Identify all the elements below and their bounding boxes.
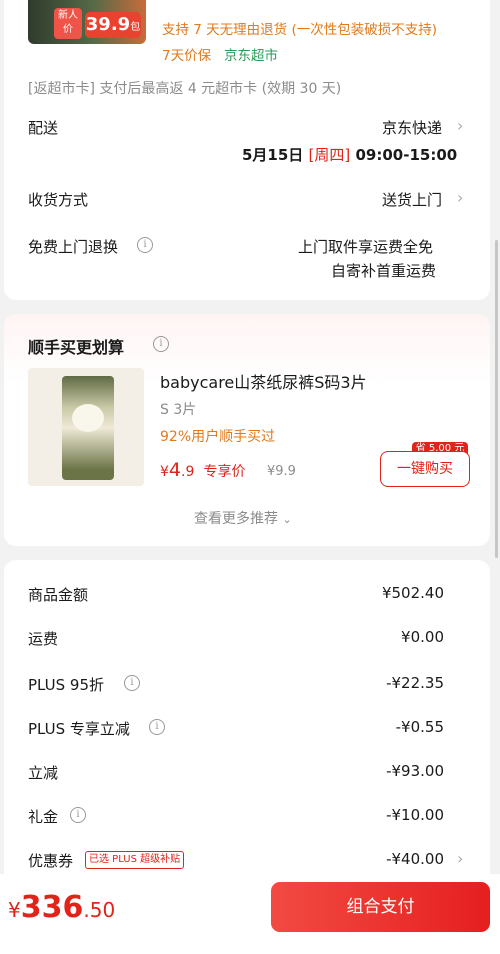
free-return-line2: 自寄补首重运费 bbox=[331, 262, 437, 280]
free-return-line1: 上门取件享运费全免 bbox=[298, 238, 434, 256]
delivery-label: 配送 bbox=[28, 119, 59, 137]
summary-row-label: PLUS 专享立减 bbox=[28, 720, 130, 738]
return-policy-text: 支持 7 天无理由退货 (一次性包装破损不支持) bbox=[162, 22, 437, 38]
info-icon[interactable]: i bbox=[149, 719, 165, 735]
coupon-selected-tag[interactable]: 已选 PLUS 超级补贴 bbox=[85, 851, 185, 869]
reco-title: 顺手买更划算 bbox=[28, 338, 125, 357]
total-price: ¥336.50 bbox=[8, 890, 116, 925]
info-icon[interactable]: i bbox=[124, 675, 140, 691]
rebate-note: [返超市卡] 支付后最高返 4 元超市卡 (效期 30 天) bbox=[28, 81, 342, 97]
delivery-carrier[interactable]: 京东快递 bbox=[382, 117, 442, 138]
chevron-right-icon[interactable]: › bbox=[457, 118, 469, 134]
more-recommendations-link[interactable]: 查看更多推荐 ⌄ bbox=[194, 508, 292, 528]
summary-row-value: -¥22.35 bbox=[386, 674, 444, 692]
store-name[interactable]: 京东超市 bbox=[224, 44, 278, 64]
info-icon[interactable]: i bbox=[70, 807, 86, 823]
more-recommendations-label: 查看更多推荐 bbox=[194, 511, 278, 527]
summary-row-label: 运费 bbox=[28, 630, 59, 648]
summary-row-value: -¥0.55 bbox=[395, 718, 444, 736]
reco-original-price: ¥9.9 bbox=[267, 464, 296, 479]
info-icon[interactable]: i bbox=[137, 237, 153, 253]
delivery-date-line[interactable]: 5月15日 [周四] 09:00-15:00 bbox=[242, 144, 457, 165]
one-click-buy-button[interactable]: 一键购买 bbox=[380, 451, 470, 487]
summary-row-value: -¥40.00 bbox=[386, 850, 444, 868]
summary-row-label: 立减 bbox=[28, 764, 59, 782]
delivery-time: 09:00-15:00 bbox=[355, 146, 458, 164]
scrollbar[interactable] bbox=[495, 240, 498, 558]
receive-method-value[interactable]: 送货上门 bbox=[382, 189, 442, 210]
free-return-label: 免费上门退换 bbox=[28, 238, 119, 256]
summary-row-value: ¥0.00 bbox=[401, 628, 444, 646]
summary-row-label: 优惠券 bbox=[28, 852, 74, 870]
chevron-down-icon: ⌄ bbox=[282, 513, 292, 526]
combined-pay-button[interactable]: 组合支付 bbox=[271, 882, 490, 932]
receive-method-label: 收货方式 bbox=[28, 191, 89, 209]
summary-row-label: PLUS 95折 bbox=[28, 676, 105, 694]
info-icon[interactable]: i bbox=[153, 336, 169, 352]
delivery-weekday: [周四] bbox=[308, 146, 351, 164]
product-thumbnail[interactable]: 新人价 39.9包 bbox=[28, 0, 146, 44]
reco-product-spec: S 3片 bbox=[160, 402, 197, 418]
chevron-right-icon[interactable]: › bbox=[457, 190, 469, 206]
summary-row-value: -¥93.00 bbox=[386, 762, 444, 780]
summary-row-value: ¥502.40 bbox=[381, 584, 444, 602]
reco-product-name[interactable]: babycare山茶纸尿裤S码3片 bbox=[160, 369, 367, 393]
summary-row-label: 礼金 bbox=[28, 808, 59, 826]
reco-price: ¥4.9 专享价 bbox=[160, 459, 246, 481]
delivery-date: 5月15日 bbox=[242, 146, 304, 164]
summary-row-label: 商品金额 bbox=[28, 586, 89, 604]
reco-popularity: 92%用户顺手买过 bbox=[160, 429, 276, 445]
chevron-right-icon[interactable]: › bbox=[457, 851, 469, 867]
summary-row-value: -¥10.00 bbox=[386, 806, 444, 824]
reco-product-image[interactable] bbox=[28, 368, 144, 486]
new-user-price-value: 39.9包 bbox=[85, 12, 141, 38]
new-user-price-badge: 新人价 bbox=[54, 8, 82, 39]
price-protect-text: 7天价保 bbox=[162, 48, 212, 64]
